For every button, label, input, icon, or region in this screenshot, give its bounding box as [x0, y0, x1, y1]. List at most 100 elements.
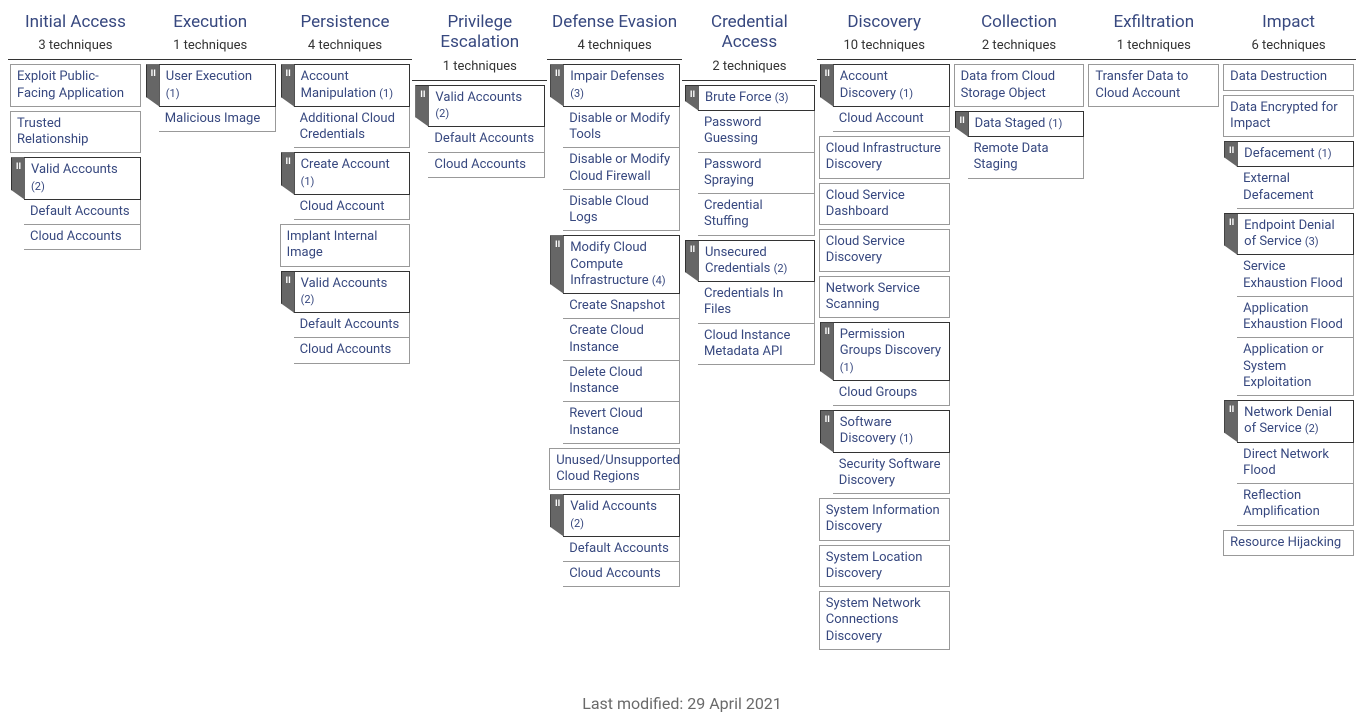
subtechnique-cell[interactable]: Cloud Account [833, 107, 950, 132]
expand-handle-icon[interactable]: II [1224, 213, 1238, 256]
technique-cell-parent[interactable]: IIPermission Groups Discovery (1) [833, 322, 950, 381]
technique-cell[interactable]: Network Service Scanning [819, 276, 950, 319]
technique-cell[interactable]: Data from Cloud Storage Object [954, 64, 1085, 107]
subtechnique-cell[interactable]: Default Accounts [24, 200, 141, 225]
subtechnique-cell[interactable]: Service Exhaustion Flood [1237, 255, 1354, 297]
subtechnique-cell[interactable]: Create Snapshot [563, 294, 680, 319]
expand-handle-icon[interactable]: II [550, 64, 564, 107]
tactic-header[interactable]: Defense Evasion [547, 10, 682, 34]
subtechnique-cell[interactable]: Disable Cloud Logs [563, 190, 680, 232]
subtechnique-cell[interactable]: Cloud Accounts [24, 225, 141, 250]
subtechnique-cell[interactable]: Cloud Accounts [563, 562, 680, 587]
subtechnique-cell[interactable]: Cloud Account [294, 195, 411, 220]
technique-cell[interactable]: Unused/Unsupported Cloud Regions [549, 448, 680, 491]
subtechnique-cell[interactable]: Password Guessing [698, 111, 815, 153]
tactic-header[interactable]: Execution [143, 10, 278, 34]
tactic-title: Execution [147, 12, 274, 32]
subtechnique-cell[interactable]: External Defacement [1237, 167, 1354, 209]
expand-handle-icon[interactable]: II [11, 157, 25, 200]
expand-handle-icon[interactable]: II [281, 152, 295, 195]
subtechnique-cell[interactable]: Additional Cloud Credentials [294, 107, 411, 149]
expand-handle-icon[interactable]: II [1224, 141, 1238, 167]
expand-handle-icon[interactable]: II [820, 64, 834, 107]
technique-cell-parent[interactable]: IIUser Execution (1) [159, 64, 276, 107]
subtechnique-cell[interactable]: Delete Cloud Instance [563, 361, 680, 403]
tactic-header[interactable]: Credential Access [682, 10, 817, 55]
technique-cell[interactable]: Cloud Service Dashboard [819, 183, 950, 226]
subtechnique-cell[interactable]: Disable or Modify Tools [563, 107, 680, 149]
tactic-header[interactable]: Initial Access [8, 10, 143, 34]
technique-cell[interactable]: Transfer Data to Cloud Account [1088, 64, 1219, 107]
technique-cell-parent[interactable]: IIValid Accounts (2) [563, 494, 680, 537]
technique-cell[interactable]: System Network Connections Discovery [819, 591, 950, 650]
technique-cell-parent[interactable]: IIValid Accounts (2) [24, 157, 141, 200]
technique-cell-parent[interactable]: IICreate Account (1) [294, 152, 411, 195]
subtechnique-cell[interactable]: Cloud Accounts [428, 153, 545, 178]
subtechnique-cell[interactable]: Remote Data Staging [968, 137, 1085, 179]
subtechnique-cell[interactable]: Malicious Image [159, 107, 276, 132]
subtechnique-cell[interactable]: Reflection Amplification [1237, 484, 1354, 526]
expand-handle-icon[interactable]: II [685, 85, 699, 111]
subtechnique-cell[interactable]: Credential Stuffing [698, 194, 815, 236]
tactic-header[interactable]: Collection [952, 10, 1087, 34]
technique-cell-parent[interactable]: IIAccount Discovery (1) [833, 64, 950, 107]
technique-cell[interactable]: Data Destruction [1223, 64, 1354, 90]
expand-handle-icon[interactable]: II [820, 410, 834, 453]
subtechnique-cell[interactable]: Direct Network Flood [1237, 443, 1354, 485]
tactic-header[interactable]: Persistence [278, 10, 413, 34]
tactic-title: Initial Access [12, 12, 139, 32]
tactic-title: Discovery [821, 12, 948, 32]
subtechnique-cell[interactable]: Default Accounts [563, 537, 680, 562]
technique-cell-parent[interactable]: IIEndpoint Denial of Service (3) [1237, 213, 1354, 256]
expand-handle-icon[interactable]: II [550, 235, 564, 294]
technique-cell[interactable]: Cloud Service Discovery [819, 229, 950, 272]
tactic-count: 1 techniques [1086, 38, 1221, 53]
subtechnique-cell[interactable]: Application Exhaustion Flood [1237, 297, 1354, 339]
expand-handle-icon[interactable]: II [550, 494, 564, 537]
subtechnique-cell[interactable]: Default Accounts [294, 313, 411, 338]
expand-handle-icon[interactable]: II [955, 111, 969, 137]
subtechnique-cell[interactable]: Cloud Groups [833, 381, 950, 406]
technique-cell-parent[interactable]: IINetwork Denial of Service (2) [1237, 400, 1354, 443]
tactic-header[interactable]: Discovery [817, 10, 952, 34]
expand-handle-icon[interactable]: II [281, 271, 295, 314]
expand-handle-icon[interactable]: II [820, 322, 834, 381]
technique-cell-parent[interactable]: IIValid Accounts (2) [294, 271, 411, 314]
technique-cell-parent[interactable]: IIData Staged (1) [968, 111, 1085, 137]
technique-cell[interactable]: System Information Discovery [819, 498, 950, 541]
subtechnique-cell[interactable]: Credentials In Files [698, 282, 815, 324]
technique-cell[interactable]: Resource Hijacking [1223, 530, 1354, 556]
technique-cell-parent[interactable]: IIBrute Force (3) [698, 85, 815, 111]
technique-cell-parent[interactable]: IIImpair Defenses (3) [563, 64, 680, 107]
technique-cell-parent[interactable]: IISoftware Discovery (1) [833, 410, 950, 453]
technique-cell-parent[interactable]: IIAccount Manipulation (1) [294, 64, 411, 107]
technique-cell[interactable]: System Location Discovery [819, 545, 950, 588]
subtechnique-cell[interactable]: Password Spraying [698, 153, 815, 195]
technique-cell-parent[interactable]: IIDefacement (1) [1237, 141, 1354, 167]
expand-handle-icon[interactable]: II [1224, 400, 1238, 443]
technique-cell[interactable]: Cloud Infrastructure Discovery [819, 136, 950, 179]
subtechnique-cell[interactable]: Default Accounts [428, 127, 545, 152]
expand-handle-icon[interactable]: II [281, 64, 295, 107]
expand-handle-icon[interactable]: II [146, 64, 160, 107]
tactic-header[interactable]: Exfiltration [1086, 10, 1221, 34]
subtechnique-cell[interactable]: Security Software Discovery [833, 453, 950, 495]
expand-handle-icon[interactable]: II [685, 240, 699, 283]
technique-cell-parent[interactable]: IIUnsecured Credentials (2) [698, 240, 815, 283]
subtechnique-cell[interactable]: Cloud Accounts [294, 338, 411, 363]
technique-cell-parent[interactable]: IIModify Cloud Compute Infrastructure (4… [563, 235, 680, 294]
technique-cell[interactable]: Exploit Public-Facing Application [10, 64, 141, 107]
subtechnique-cell[interactable]: Create Cloud Instance [563, 319, 680, 361]
subtechnique-cell[interactable]: Cloud Instance Metadata API [698, 324, 815, 366]
subtechnique-cell[interactable]: Revert Cloud Instance [563, 402, 680, 444]
technique-cell[interactable]: Data Encrypted for Impact [1223, 95, 1354, 138]
technique-cell-parent[interactable]: IIValid Accounts (2) [428, 85, 545, 128]
tactic-header[interactable]: Privilege Escalation [412, 10, 547, 55]
expand-handle-icon[interactable]: II [415, 85, 429, 128]
technique-label: Valid Accounts [570, 499, 657, 514]
technique-cell[interactable]: Trusted Relationship [10, 111, 141, 154]
tactic-header[interactable]: Impact [1221, 10, 1356, 34]
subtechnique-cell[interactable]: Application or System Exploitation [1237, 338, 1354, 396]
technique-cell[interactable]: Implant Internal Image [280, 224, 411, 267]
subtechnique-cell[interactable]: Disable or Modify Cloud Firewall [563, 148, 680, 190]
